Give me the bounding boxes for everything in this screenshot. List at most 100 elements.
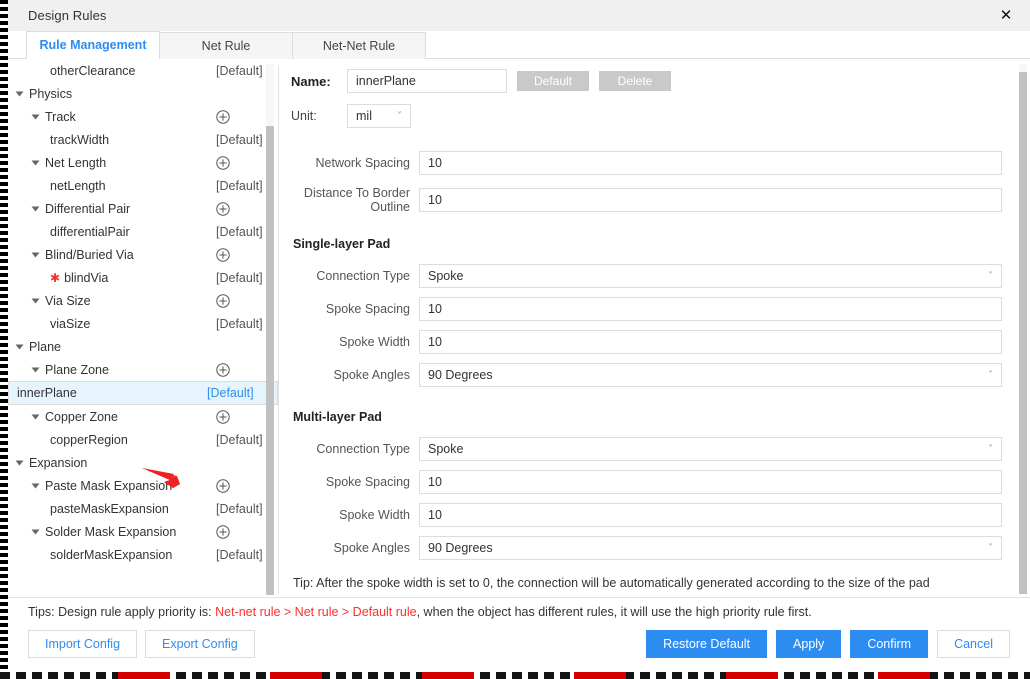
default-button[interactable]: Default [517, 71, 589, 91]
tab-net-rule[interactable]: Net Rule [159, 32, 293, 59]
single-spoke-spacing-input[interactable]: 10 [419, 297, 1002, 321]
caret-down-icon[interactable] [15, 460, 24, 465]
name-input[interactable]: innerPlane [347, 69, 507, 93]
tree-row-label: Expansion [29, 455, 88, 470]
spoke-width-tip: Tip: After the spoke width is set to 0, … [293, 576, 930, 590]
chevron-down-icon: ˅ [988, 270, 993, 282]
multi-connection-type-label: Connection Type [316, 441, 410, 456]
tree-row-label: differentialPair [50, 224, 130, 239]
multi-spoke-spacing-row: Spoke Spacing 10 [291, 470, 1002, 494]
network-spacing-input[interactable]: 10 [419, 151, 1002, 175]
tree-item-row[interactable]: copperRegion [Default] [8, 428, 278, 451]
tree-item-row[interactable]: netLength [Default] [8, 174, 278, 197]
tab-net-net-rule[interactable]: Net-Net Rule [292, 32, 426, 59]
restore-default-button[interactable]: Restore Default [646, 630, 768, 658]
tree-item-row[interactable]: ✱ blindVia [Default] [8, 266, 278, 289]
caret-down-icon[interactable] [31, 529, 40, 534]
delete-button[interactable]: Delete [599, 71, 671, 91]
caret-down-icon[interactable] [31, 114, 40, 119]
tree-item-row[interactable]: differentialPair [Default] [8, 220, 278, 243]
single-connection-type-value: Spoke [428, 269, 464, 283]
rule-tree-list: otherClearance [Default] Physics Track track… [8, 59, 278, 566]
caret-down-icon[interactable] [31, 483, 40, 488]
tree-group-row[interactable]: Paste Mask Expansion [8, 474, 278, 497]
form-scrollbar[interactable] [1019, 64, 1027, 594]
tree-item-row[interactable]: trackWidth [Default] [8, 128, 278, 151]
tree-row-label: Track [45, 109, 76, 124]
form-scrollbar-thumb[interactable] [1019, 72, 1027, 594]
single-connection-type-row: Connection Type Spoke ˅ [291, 264, 1002, 288]
tree-scrollbar-thumb[interactable] [266, 126, 274, 595]
multi-spoke-spacing-input[interactable]: 10 [419, 470, 1002, 494]
caret-down-icon[interactable] [31, 160, 40, 165]
design-rules-dialog: Design Rules ✕ Rule Management Net Rule Ne… [8, 0, 1030, 672]
single-spoke-angles-label: Spoke Angles [333, 367, 410, 382]
tree-row-label: innerPlane [17, 386, 77, 400]
tree-row-label: Net Length [45, 155, 107, 170]
footer-button-row: Import Config Export Config Restore Defa… [8, 626, 1030, 672]
unit-label: Unit: [291, 109, 317, 123]
unit-select-value: mil [356, 109, 372, 123]
caret-down-icon[interactable] [31, 367, 40, 372]
tree-item-row[interactable]: otherClearance [Default] [8, 59, 278, 82]
tree-row-label: Paste Mask Expansion [45, 478, 173, 493]
apply-button[interactable]: Apply [776, 630, 842, 658]
tree-group-row[interactable]: Expansion [8, 451, 278, 474]
multi-connection-type-select[interactable]: Spoke ˅ [419, 437, 1002, 461]
caret-down-icon[interactable] [31, 414, 40, 419]
rule-tree-panel: otherClearance [Default] Physics Track track… [8, 59, 278, 597]
cancel-button[interactable]: Cancel [937, 630, 1010, 658]
single-connection-type-select[interactable]: Spoke ˅ [419, 264, 1002, 288]
multi-connection-type-row: Connection Type Spoke ˅ [291, 437, 1002, 461]
single-connection-type-label: Connection Type [316, 268, 410, 283]
tree-group-row[interactable]: Via Size [8, 289, 278, 312]
caret-down-icon[interactable] [15, 344, 24, 349]
modified-star-icon: ✱ [50, 270, 61, 285]
tree-group-row[interactable]: Blind/Buried Via [8, 243, 278, 266]
multi-spoke-width-input[interactable]: 10 [419, 503, 1002, 527]
single-spoke-angles-row: Spoke Angles 90 Degrees ˅ [291, 363, 1002, 387]
confirm-button[interactable]: Confirm [850, 630, 929, 658]
single-layer-pad-title: Single-layer Pad [293, 237, 391, 251]
dialog-title: Design Rules [28, 7, 107, 23]
single-spoke-width-row: Spoke Width 10 [291, 330, 1002, 354]
import-config-button[interactable]: Import Config [28, 630, 138, 658]
tree-group-row[interactable]: Copper Zone [8, 405, 278, 428]
single-spoke-spacing-label: Spoke Spacing [325, 301, 410, 316]
tree-item-row[interactable]: innerPlane [Default] [8, 381, 278, 405]
tab-rule-management[interactable]: Rule Management [26, 31, 160, 59]
tree-item-row[interactable]: viaSize [Default] [8, 312, 278, 335]
tree-item-row[interactable]: solderMaskExpansion [Default] [8, 543, 278, 566]
tree-group-row[interactable]: Net Length [8, 151, 278, 174]
tree-item-row[interactable]: pasteMaskExpansion [Default] [8, 497, 278, 520]
tree-group-row[interactable]: Plane Zone [8, 358, 278, 381]
caret-down-icon[interactable] [31, 298, 40, 303]
priority-tips: Tips: Design rule apply priority is: Net… [8, 597, 1030, 626]
caret-down-icon[interactable] [31, 206, 40, 211]
tree-group-row[interactable]: Physics [8, 82, 278, 105]
distance-to-border-outline-label: Distance To Border Outline [303, 186, 410, 214]
caret-down-icon[interactable] [31, 252, 40, 257]
distance-to-border-outline-input[interactable]: 10 [419, 188, 1002, 212]
tree-scrollbar[interactable] [266, 64, 274, 595]
close-icon[interactable]: ✕ [988, 0, 1024, 30]
tree-row-label: viaSize [50, 316, 91, 331]
tips-prefix: Tips: Design rule apply priority is: [28, 605, 216, 619]
export-config-button[interactable]: Export Config [145, 630, 255, 658]
tree-group-row[interactable]: Differential Pair [8, 197, 278, 220]
unit-select[interactable]: mil ˅ [347, 104, 411, 128]
tree-group-row[interactable]: Solder Mask Expansion [8, 520, 278, 543]
background-bottom-red-marks [118, 672, 1030, 679]
tree-row-label: Differential Pair [45, 201, 131, 216]
tips-priority: Net-net rule > Net rule > Default rule [215, 605, 417, 619]
caret-down-icon[interactable] [15, 91, 24, 96]
distance-border-row: Distance To Border Outline 10 [291, 186, 1002, 214]
network-spacing-row: Network Spacing 10 [291, 151, 1002, 175]
single-spoke-width-input[interactable]: 10 [419, 330, 1002, 354]
tree-group-row[interactable]: Track [8, 105, 278, 128]
chevron-down-icon: ˅ [988, 542, 993, 554]
tree-group-row[interactable]: Plane [8, 335, 278, 358]
name-row: Name: innerPlane Default Delete [291, 69, 1002, 93]
multi-spoke-angles-select[interactable]: 90 Degrees ˅ [419, 536, 1002, 560]
single-spoke-angles-select[interactable]: 90 Degrees ˅ [419, 363, 1002, 387]
